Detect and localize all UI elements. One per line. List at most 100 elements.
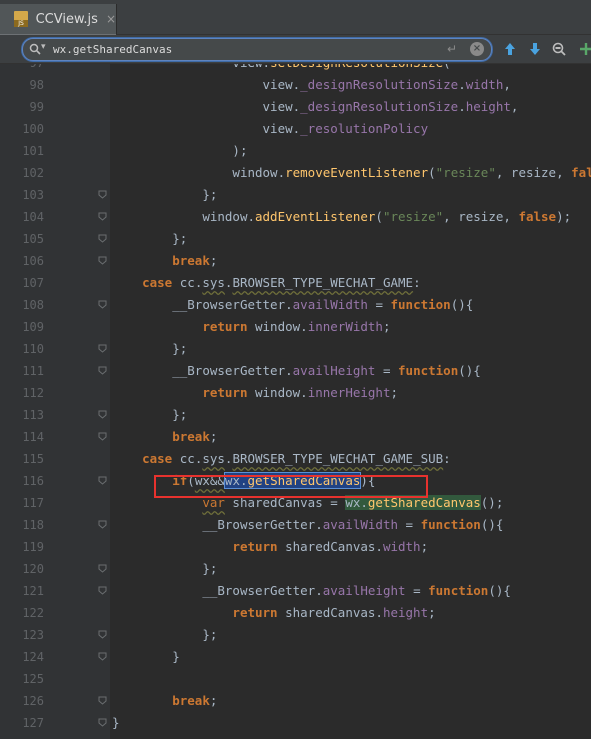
find-field[interactable]: ▾ ↵ × [22, 38, 492, 61]
fold-marker-icon[interactable] [98, 190, 107, 199]
line-number: 97 [0, 64, 44, 74]
highlight-annotation-box [154, 475, 428, 498]
fold-marker-icon[interactable] [98, 630, 107, 639]
code-text: , [503, 209, 511, 224]
code-line[interactable]: 119 return sharedCanvas.width; [0, 536, 591, 558]
find-all-occurrences-icon[interactable] [551, 41, 567, 57]
fold-marker-icon[interactable] [98, 366, 107, 375]
code-text-line: return sharedCanvas.height; [112, 602, 435, 624]
property: _resolutionPolicy [300, 121, 429, 136]
line-number: 111 [22, 364, 44, 378]
property: sys [202, 451, 225, 466]
code-line[interactable]: 113 }; [0, 404, 591, 426]
code-line[interactable]: 101 ); [0, 140, 591, 162]
code-text: ; [420, 539, 429, 554]
identifier: window [232, 165, 278, 180]
code-line[interactable]: 110 }; [0, 338, 591, 360]
search-icon[interactable] [29, 43, 41, 55]
code-line[interactable]: 105 }; [0, 228, 591, 250]
code-line[interactable]: 104 window.addEventListener("resize", re… [0, 206, 591, 228]
code-line[interactable]: 103 }; [0, 184, 591, 206]
code-line[interactable]: 111 __BrowserGetter.availHeight = functi… [0, 360, 591, 382]
code-text: . [300, 319, 308, 334]
code-text: }; [202, 627, 218, 642]
fold-marker-icon[interactable] [98, 520, 107, 529]
code-line[interactable]: 125 [0, 668, 591, 690]
code-text: ( [428, 165, 436, 180]
code-line[interactable]: 109 return window.innerWidth; [0, 316, 591, 338]
line-number: 114 [22, 430, 44, 444]
line-number: 100 [22, 122, 44, 136]
fold-marker-icon[interactable] [98, 300, 107, 309]
code-text-line: return window.innerWidth; [112, 316, 390, 338]
fold-marker-icon[interactable] [98, 344, 107, 353]
code-line[interactable]: 118 __BrowserGetter.availWidth = functio… [0, 514, 591, 536]
code-line[interactable]: 102 window.removeEventListener("resize",… [0, 162, 591, 184]
code-line[interactable]: 107 case cc.sys.BROWSER_TYPE_WECHAT_GAME… [0, 272, 591, 294]
code-line[interactable]: 123 }; [0, 624, 591, 646]
fold-marker-icon[interactable] [98, 586, 107, 595]
code-line[interactable]: 126 break; [0, 690, 591, 712]
fold-marker-icon[interactable] [98, 212, 107, 221]
fold-marker-icon[interactable] [98, 476, 107, 485]
code-line[interactable]: 106 break; [0, 250, 591, 272]
fold-marker-icon[interactable] [98, 564, 107, 573]
property: availHeight [292, 363, 376, 378]
search-input[interactable] [53, 40, 433, 58]
code-text: }; [172, 231, 188, 246]
code-line[interactable]: 114 break; [0, 426, 591, 448]
code-line[interactable]: 98 view._designResolutionSize.width, [0, 74, 591, 96]
fold-marker-icon[interactable] [98, 410, 107, 419]
code-text-line: return sharedCanvas.width; [112, 536, 428, 558]
fold-marker-icon[interactable] [98, 718, 107, 727]
code-line[interactable]: 120 }; [0, 558, 591, 580]
next-occurrence-icon[interactable] [527, 41, 543, 57]
tab-ccview-js[interactable]: JS CCView.js × [0, 4, 117, 38]
code-text-line: __BrowserGetter.availHeight = function()… [112, 580, 511, 602]
code-text-line: view._resolutionPolicy [112, 118, 429, 140]
code-line[interactable]: 97 view.setDesignResolutionSize( [0, 64, 591, 74]
previous-occurrence-icon[interactable] [502, 41, 518, 57]
code-line[interactable]: 99 view._designResolutionSize.height, [0, 96, 591, 118]
code-line[interactable]: 124 } [0, 646, 591, 668]
search-history-dropdown-icon[interactable]: ▾ [41, 42, 46, 52]
keyword: function [398, 363, 459, 378]
fold-marker-icon[interactable] [98, 256, 107, 265]
code-text: (){ [458, 363, 481, 378]
editor-tab-bar: JS CCView.js × [0, 0, 591, 38]
code-text-line: view.setDesignResolutionSize( [112, 64, 450, 74]
keyword: function [390, 297, 451, 312]
fold-marker-icon[interactable] [98, 652, 107, 661]
fold-marker-icon[interactable] [98, 432, 107, 441]
code-text: (); [480, 495, 504, 510]
fold-marker-icon[interactable] [98, 234, 107, 243]
code-text-line: window.removeEventListener("resize", res… [112, 162, 591, 184]
code-text: } [172, 649, 180, 664]
identifier: view [262, 99, 293, 114]
fold-marker-icon[interactable] [98, 696, 107, 705]
close-tab-icon[interactable]: × [106, 12, 116, 26]
code-line[interactable]: 122 return sharedCanvas.height; [0, 602, 591, 624]
add-selection-icon[interactable] [578, 41, 591, 57]
code-line[interactable]: 112 return window.innerHeight; [0, 382, 591, 404]
code-line[interactable]: 115 case cc.sys.BROWSER_TYPE_WECHAT_GAME… [0, 448, 591, 470]
line-number: 116 [22, 474, 44, 488]
code-line[interactable]: 121 __BrowserGetter.availHeight = functi… [0, 580, 591, 602]
clear-search-icon[interactable]: × [470, 42, 484, 56]
code-line[interactable]: 127} [0, 712, 591, 734]
code-line[interactable]: 100 view._resolutionPolicy [0, 118, 591, 140]
code-editor[interactable]: 97 view.setDesignResolutionSize(98 view.… [0, 64, 591, 739]
code-line[interactable]: 108 __BrowserGetter.availWidth = functio… [0, 294, 591, 316]
identifier: window [202, 209, 248, 224]
identifier: cc [179, 451, 195, 466]
